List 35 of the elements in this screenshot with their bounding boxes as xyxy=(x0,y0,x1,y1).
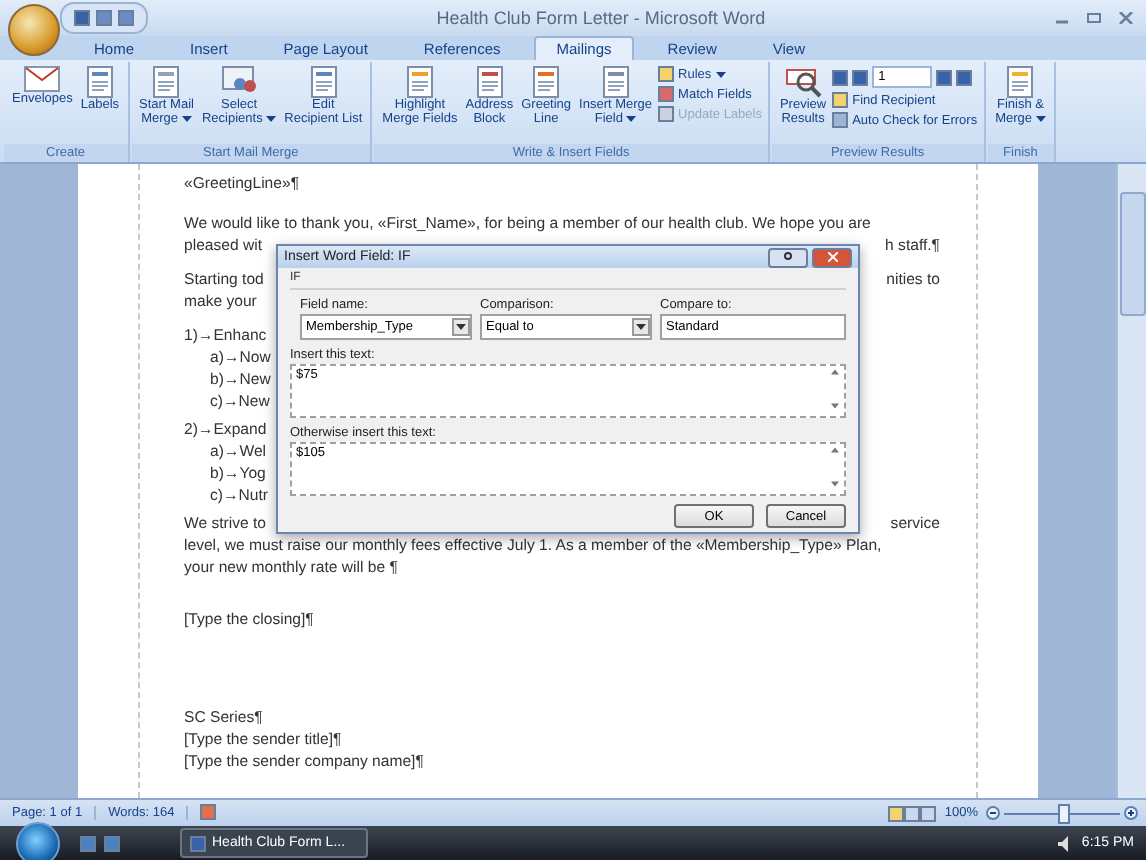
document-icon xyxy=(601,66,630,98)
dropdown-arrow-icon[interactable] xyxy=(452,318,470,336)
close-icon xyxy=(827,252,837,262)
document-icon xyxy=(405,66,434,98)
close-icon[interactable] xyxy=(1118,12,1134,24)
zoom-in-icon[interactable] xyxy=(1124,806,1138,820)
document-icon xyxy=(85,66,114,98)
scroll-arrows-icon[interactable] xyxy=(830,368,840,410)
scroll-arrows-icon[interactable] xyxy=(830,446,840,488)
proofing-icon xyxy=(200,803,217,819)
document-icon xyxy=(309,66,338,98)
scrollbar[interactable] xyxy=(1116,164,1146,798)
document-icon xyxy=(190,835,206,851)
save-icon xyxy=(74,10,90,26)
document-icon xyxy=(152,66,181,98)
magnifier-icon xyxy=(785,66,822,98)
zoom-slider[interactable] xyxy=(1004,803,1120,823)
zoom-slider-thumb[interactable] xyxy=(1058,803,1070,823)
zoom-out-icon[interactable] xyxy=(986,806,1000,820)
office-button[interactable] xyxy=(8,4,60,56)
envelope-icon xyxy=(24,66,61,92)
document-icon xyxy=(475,66,504,98)
maximize-icon[interactable] xyxy=(1086,12,1102,24)
close-button[interactable] xyxy=(812,247,852,267)
document-icon xyxy=(1006,66,1035,98)
desktop-icon xyxy=(80,835,96,851)
dropdown-arrow-icon[interactable] xyxy=(632,318,650,336)
start-button[interactable] xyxy=(16,821,60,860)
help-icon xyxy=(784,252,792,262)
window-icon xyxy=(104,835,120,851)
speaker-icon[interactable] xyxy=(1057,835,1074,851)
window-title: Health Club Form Letter - Microsoft Word xyxy=(434,8,768,28)
people-icon xyxy=(221,66,258,98)
document-icon xyxy=(532,66,561,98)
help-button[interactable] xyxy=(768,247,808,267)
